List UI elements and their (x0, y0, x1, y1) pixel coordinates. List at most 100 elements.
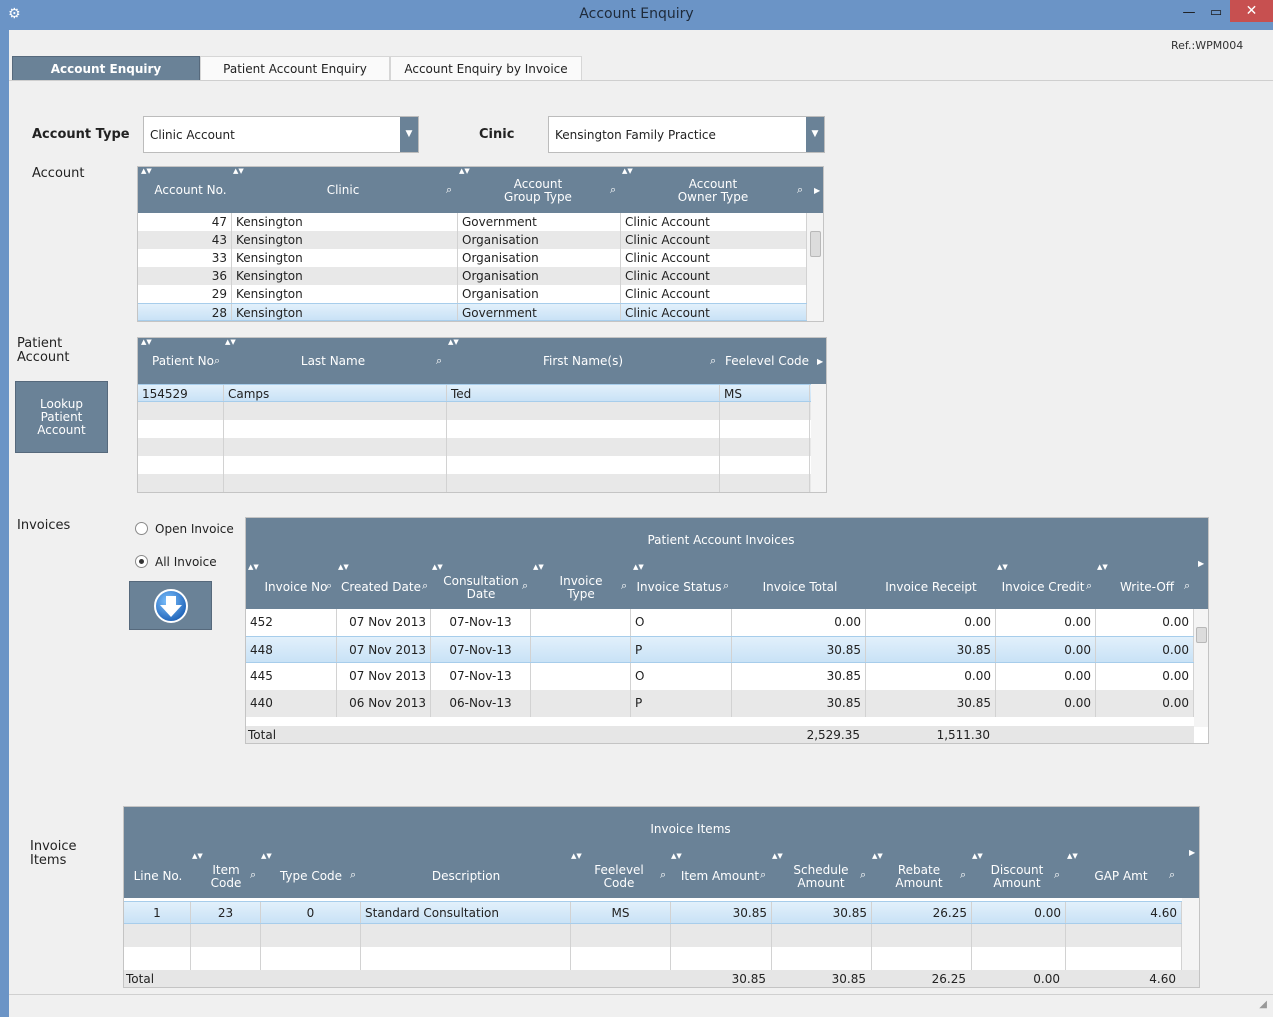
col-discount-amount[interactable]: Discount Amount (980, 864, 1054, 890)
col-patient-no[interactable]: Patient No (143, 355, 223, 368)
search-icon[interactable]: ⌕ (446, 183, 452, 197)
sort-icon[interactable]: ▲▼ (571, 852, 582, 860)
items-scrollbar[interactable] (1182, 898, 1199, 970)
maximize-button[interactable]: ▭ (1205, 3, 1227, 23)
sort-icon[interactable]: ▲▼ (533, 563, 544, 571)
item-row[interactable] (124, 924, 1182, 947)
search-icon[interactable]: ⌕ (1054, 868, 1060, 882)
col-item-amount[interactable]: Item Amount (676, 870, 764, 883)
scroll-right-icon[interactable]: ▶ (817, 357, 823, 366)
col-last-name[interactable]: Last Name (248, 355, 418, 368)
all-invoice-radio[interactable]: All Invoice (135, 555, 245, 571)
sort-icon[interactable]: ▲▼ (872, 852, 883, 860)
sort-icon[interactable]: ▲▼ (261, 852, 272, 860)
search-icon[interactable]: ⌕ (860, 868, 866, 882)
sort-icon[interactable]: ▲▼ (432, 563, 443, 571)
search-icon[interactable]: ⌕ (710, 354, 716, 368)
sort-icon[interactable]: ▲▼ (997, 563, 1008, 571)
col-invoice-no[interactable]: Invoice No (256, 581, 336, 594)
sort-icon[interactable]: ▲▼ (972, 852, 983, 860)
invoice-scrollbar[interactable] (1194, 609, 1208, 727)
search-icon[interactable]: ⌕ (660, 868, 666, 882)
col-rebate-amount[interactable]: Rebate Amount (882, 864, 956, 890)
download-invoices-button[interactable] (129, 581, 212, 630)
col-invoice-type[interactable]: Invoice Type (546, 575, 616, 601)
invoice-row[interactable]: 452 07 Nov 2013 07-Nov-13 O 0.00 0.00 0.00 0.00 (246, 609, 1194, 636)
search-icon[interactable]: ⌕ (1184, 579, 1190, 593)
col-account-owner-type[interactable]: Account Owner Type (648, 178, 778, 204)
scrollbar-thumb[interactable] (1196, 627, 1207, 643)
account-type-dropdown[interactable]: Clinic Account ▼ (143, 116, 419, 153)
search-icon[interactable]: ⌕ (723, 579, 729, 593)
search-icon[interactable]: ⌕ (621, 579, 627, 593)
patient-row[interactable] (138, 402, 811, 420)
clinic-dropdown[interactable]: Kensington Family Practice ▼ (548, 116, 825, 153)
invoice-row[interactable]: 448 07 Nov 2013 07-Nov-13 P 30.85 30.85 0.00 0.… (246, 636, 1194, 663)
col-account-group-type[interactable]: Account Group Type (473, 178, 603, 204)
sort-icon[interactable]: ▲▼ (141, 167, 152, 175)
lookup-patient-account-button[interactable]: Lookup Patient Account (15, 381, 108, 453)
item-row[interactable]: 1 23 0 Standard Consultation MS 30.85 30.85 26.… (124, 901, 1182, 924)
search-icon[interactable]: ⌕ (522, 579, 528, 593)
col-type-code[interactable]: Type Code (274, 870, 348, 883)
sort-icon[interactable]: ▲▼ (448, 338, 459, 346)
account-row[interactable]: 36 Kensington Organisation Clinic Account (138, 267, 807, 285)
col-feelevel-code[interactable]: Feelevel Code (584, 864, 654, 890)
col-write-off[interactable]: Write-Off (1112, 581, 1182, 594)
close-button[interactable]: ✕ (1230, 0, 1273, 22)
item-row[interactable] (124, 947, 1182, 970)
search-icon[interactable]: ⌕ (326, 579, 332, 593)
col-clinic[interactable]: Clinic (248, 184, 438, 197)
account-row[interactable]: 47 Kensington Government Clinic Account (138, 213, 807, 231)
col-schedule-amount[interactable]: Schedule Amount (784, 864, 858, 890)
col-consultation-date[interactable]: Consultation Date (436, 575, 526, 601)
sort-icon[interactable]: ▲▼ (622, 167, 633, 175)
search-icon[interactable]: ⌕ (422, 579, 428, 593)
sort-icon[interactable]: ▲▼ (1067, 852, 1078, 860)
chevron-down-icon[interactable]: ▼ (806, 117, 824, 152)
scroll-right-icon[interactable]: ▶ (1189, 848, 1195, 857)
sort-icon[interactable]: ▲▼ (459, 167, 470, 175)
search-icon[interactable]: ⌕ (1086, 579, 1092, 593)
search-icon[interactable]: ⌕ (214, 354, 220, 368)
patient-row[interactable] (138, 420, 811, 438)
search-icon[interactable]: ⌕ (1169, 868, 1175, 882)
account-scrollbar[interactable] (807, 213, 823, 321)
account-row[interactable]: 28 Kensington Government Clinic Account (138, 303, 807, 321)
scrollbar-thumb[interactable] (810, 231, 821, 257)
search-icon[interactable]: ⌕ (610, 183, 616, 197)
account-row[interactable]: 33 Kensington Organisation Clinic Account (138, 249, 807, 267)
patient-row[interactable] (138, 456, 811, 474)
invoice-items-grid[interactable]: Invoice Items ▶ ▲▼ ▲▼ ▲▼ ▲▼ ▲▼ ▲▼ ▲▼ ▲▼ … (123, 806, 1200, 988)
col-invoice-status[interactable]: Invoice Status (634, 581, 724, 594)
sort-icon[interactable]: ▲▼ (192, 852, 203, 860)
col-invoice-credit[interactable]: Invoice Credit (998, 581, 1088, 594)
patient-row[interactable] (138, 438, 811, 456)
search-icon[interactable]: ⌕ (436, 354, 442, 368)
col-invoice-receipt[interactable]: Invoice Receipt (876, 581, 986, 594)
col-invoice-total[interactable]: Invoice Total (744, 581, 856, 594)
search-icon[interactable]: ⌕ (250, 868, 256, 882)
sort-icon[interactable]: ▲▼ (141, 338, 152, 346)
tab-account-enquiry[interactable]: Account Enquiry (12, 56, 200, 81)
patient-row[interactable] (138, 474, 811, 492)
account-row[interactable]: 29 Kensington Organisation Clinic Account (138, 285, 807, 303)
account-grid[interactable]: ▲▼ ▲▼ ▲▼ ▲▼ Account No. Clinic ⌕ Account… (137, 166, 824, 322)
resize-grip-icon[interactable]: ◢ (1259, 999, 1267, 1010)
search-icon[interactable]: ⌕ (350, 868, 356, 882)
patient-account-invoices-grid[interactable]: Patient Account Invoices ▶ ▲▼ ▲▼ ▲▼ ▲▼ ▲… (245, 517, 1209, 744)
scroll-right-icon[interactable]: ▶ (814, 186, 820, 195)
account-row[interactable]: 43 Kensington Organisation Clinic Account (138, 231, 807, 249)
minimize-button[interactable]: — (1178, 3, 1200, 23)
invoice-row[interactable]: 445 07 Nov 2013 07-Nov-13 O 30.85 0.00 0.00 0.0… (246, 663, 1194, 690)
scroll-right-icon[interactable]: ▶ (1198, 559, 1204, 568)
patient-account-grid[interactable]: ▲▼ ▲▼ ▲▼ Patient No ⌕ Last Name ⌕ First … (137, 337, 827, 493)
patient-row[interactable]: 154529 Camps Ted MS (138, 384, 811, 402)
invoice-row[interactable]: 440 06 Nov 2013 06-Nov-13 P 30.85 30.85 0.00 0.… (246, 690, 1194, 717)
radio-open[interactable] (135, 522, 148, 535)
search-icon[interactable]: ⌕ (797, 183, 803, 197)
patient-scrollbar[interactable] (811, 384, 826, 492)
open-invoice-radio[interactable]: Open Invoice (135, 522, 245, 538)
sort-icon[interactable]: ▲▼ (633, 563, 644, 571)
sort-icon[interactable]: ▲▼ (671, 852, 682, 860)
